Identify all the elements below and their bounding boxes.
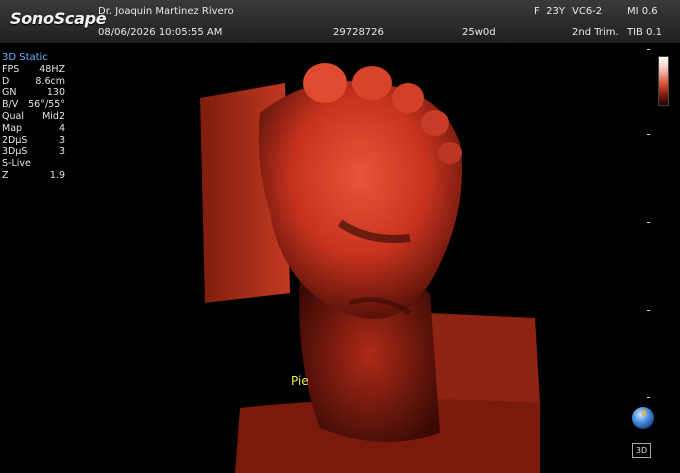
patient-sex-age: F 23Y [534,6,565,17]
depth-tick [647,397,650,398]
param-row: GN 130 [2,87,65,99]
exam-datetime: 08/06/2026 10:05:55 AM [98,27,223,38]
3d-render-viewport[interactable] [110,43,640,473]
fetal-toe [352,66,392,100]
fetal-toe [421,110,449,136]
param-row: B/V 56°/55° [2,99,65,111]
top-info-bar: SonoScape Dr. Joaquin Martinez Rivero 08… [0,0,680,43]
exam-preset: 2nd Trim. [572,27,619,38]
depth-tick [647,310,650,311]
fetal-toe [303,63,347,103]
color-map-bar [658,56,669,106]
doctor-name: Dr. Joaquin Martinez Rivero [98,6,234,17]
fetal-toe [438,142,462,164]
fetal-toe [392,83,424,113]
probe-name: VC6-2 [572,6,603,17]
thermal-index: TIB 0.1 [627,27,662,38]
param-row: D 8.6cm [2,75,65,87]
param-row: 2DμS 3 [2,134,65,146]
orientation-marker-icon [642,410,646,416]
param-row: Map 4 [2,122,65,134]
annotation-label: Pie [291,374,309,388]
imaging-parameters-panel: 3D Static FPS 48HZ D 8.6cm GN 130 B/V 56°/55… [2,52,65,182]
param-row: Qual Mid2 [2,110,65,122]
depth-tick [647,222,650,223]
param-row: 3DμS 3 [2,146,65,158]
param-row: S-Live [2,158,31,170]
depth-tick [647,134,650,135]
imaging-mode: 3D Static [2,52,48,63]
brand-logo: SonoScape [10,9,107,28]
depth-tick [647,49,650,50]
param-row: Z 1.9 [2,169,65,181]
3d-mode-button[interactable]: 3D [632,443,651,458]
gestational-age: 25w0d [462,27,496,38]
param-row: FPS 48HZ [2,63,65,75]
mechanical-index: MI 0.6 [627,6,658,17]
patient-id: 29728726 [333,27,384,38]
